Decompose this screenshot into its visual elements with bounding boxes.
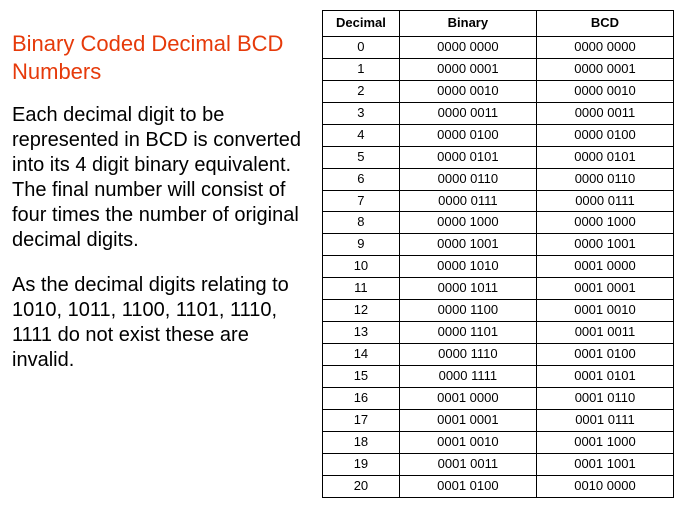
cell-bcd: 0000 0100: [536, 124, 673, 146]
table-row: 90000 10010000 1001: [323, 234, 674, 256]
cell-binary: 0000 1111: [399, 366, 536, 388]
cell-decimal: 16: [323, 387, 400, 409]
table-header-row: Decimal Binary BCD: [323, 11, 674, 37]
cell-bcd: 0001 0111: [536, 409, 673, 431]
cell-binary: 0000 0101: [399, 146, 536, 168]
table-row: 60000 01100000 0110: [323, 168, 674, 190]
table-row: 150000 11110001 0101: [323, 366, 674, 388]
cell-binary: 0000 1101: [399, 322, 536, 344]
cell-bcd: 0001 0001: [536, 278, 673, 300]
cell-bcd: 0001 0101: [536, 366, 673, 388]
cell-binary: 0000 0111: [399, 190, 536, 212]
table-row: 180001 00100001 1000: [323, 431, 674, 453]
cell-decimal: 5: [323, 146, 400, 168]
cell-binary: 0001 0100: [399, 475, 536, 497]
cell-bcd: 0001 0100: [536, 344, 673, 366]
cell-binary: 0000 0100: [399, 124, 536, 146]
table-row: 30000 00110000 0011: [323, 102, 674, 124]
cell-binary: 0000 1011: [399, 278, 536, 300]
paragraph-2: As the decimal digits relating to 1010, …: [12, 273, 304, 373]
cell-bcd: 0001 1001: [536, 453, 673, 475]
table-row: 140000 11100001 0100: [323, 344, 674, 366]
cell-decimal: 11: [323, 278, 400, 300]
cell-decimal: 10: [323, 256, 400, 278]
cell-decimal: 15: [323, 366, 400, 388]
table-row: 200001 01000010 0000: [323, 475, 674, 497]
cell-bcd: 0010 0000: [536, 475, 673, 497]
cell-bcd: 0001 0011: [536, 322, 673, 344]
paragraph-1: Each decimal digit to be represented in …: [12, 103, 304, 253]
cell-decimal: 8: [323, 212, 400, 234]
cell-binary: 0000 1001: [399, 234, 536, 256]
cell-decimal: 17: [323, 409, 400, 431]
table-column: Decimal Binary BCD 00000 00000000 000010…: [322, 8, 674, 505]
table-row: 20000 00100000 0010: [323, 80, 674, 102]
header-decimal: Decimal: [323, 11, 400, 37]
cell-decimal: 4: [323, 124, 400, 146]
cell-bcd: 0000 1001: [536, 234, 673, 256]
cell-binary: 0001 0011: [399, 453, 536, 475]
table-row: 130000 11010001 0011: [323, 322, 674, 344]
cell-decimal: 0: [323, 36, 400, 58]
cell-bcd: 0001 1000: [536, 431, 673, 453]
table-row: 50000 01010000 0101: [323, 146, 674, 168]
table-row: 00000 00000000 0000: [323, 36, 674, 58]
cell-decimal: 1: [323, 58, 400, 80]
cell-binary: 0000 0000: [399, 36, 536, 58]
table-row: 190001 00110001 1001: [323, 453, 674, 475]
cell-decimal: 2: [323, 80, 400, 102]
cell-bcd: 0000 1000: [536, 212, 673, 234]
cell-binary: 0001 0000: [399, 387, 536, 409]
cell-decimal: 6: [323, 168, 400, 190]
table-row: 100000 10100001 0000: [323, 256, 674, 278]
table-row: 40000 01000000 0100: [323, 124, 674, 146]
table-row: 10000 00010000 0001: [323, 58, 674, 80]
cell-binary: 0001 0010: [399, 431, 536, 453]
cell-decimal: 14: [323, 344, 400, 366]
table-row: 70000 01110000 0111: [323, 190, 674, 212]
header-bcd: BCD: [536, 11, 673, 37]
cell-binary: 0000 0001: [399, 58, 536, 80]
bcd-table: Decimal Binary BCD 00000 00000000 000010…: [322, 10, 674, 498]
cell-bcd: 0000 0011: [536, 102, 673, 124]
table-row: 170001 00010001 0111: [323, 409, 674, 431]
text-column: Binary Coded Decimal BCD Numbers Each de…: [12, 8, 322, 505]
cell-bcd: 0001 0110: [536, 387, 673, 409]
cell-bcd: 0000 0001: [536, 58, 673, 80]
cell-decimal: 7: [323, 190, 400, 212]
cell-bcd: 0001 0000: [536, 256, 673, 278]
header-binary: Binary: [399, 11, 536, 37]
cell-bcd: 0000 0110: [536, 168, 673, 190]
cell-binary: 0000 1000: [399, 212, 536, 234]
table-row: 120000 11000001 0010: [323, 300, 674, 322]
cell-binary: 0000 0110: [399, 168, 536, 190]
page: Binary Coded Decimal BCD Numbers Each de…: [0, 0, 684, 513]
cell-decimal: 18: [323, 431, 400, 453]
cell-bcd: 0000 0101: [536, 146, 673, 168]
cell-bcd: 0000 0000: [536, 36, 673, 58]
cell-binary: 0001 0001: [399, 409, 536, 431]
cell-decimal: 3: [323, 102, 400, 124]
table-row: 80000 10000000 1000: [323, 212, 674, 234]
cell-decimal: 13: [323, 322, 400, 344]
cell-bcd: 0001 0010: [536, 300, 673, 322]
cell-binary: 0000 0010: [399, 80, 536, 102]
cell-decimal: 20: [323, 475, 400, 497]
cell-decimal: 12: [323, 300, 400, 322]
table-row: 160001 00000001 0110: [323, 387, 674, 409]
table-row: 110000 10110001 0001: [323, 278, 674, 300]
cell-bcd: 0000 0010: [536, 80, 673, 102]
cell-decimal: 9: [323, 234, 400, 256]
cell-bcd: 0000 0111: [536, 190, 673, 212]
cell-binary: 0000 1010: [399, 256, 536, 278]
cell-binary: 0000 0011: [399, 102, 536, 124]
cell-decimal: 19: [323, 453, 400, 475]
cell-binary: 0000 1110: [399, 344, 536, 366]
page-title: Binary Coded Decimal BCD Numbers: [12, 30, 304, 85]
cell-binary: 0000 1100: [399, 300, 536, 322]
